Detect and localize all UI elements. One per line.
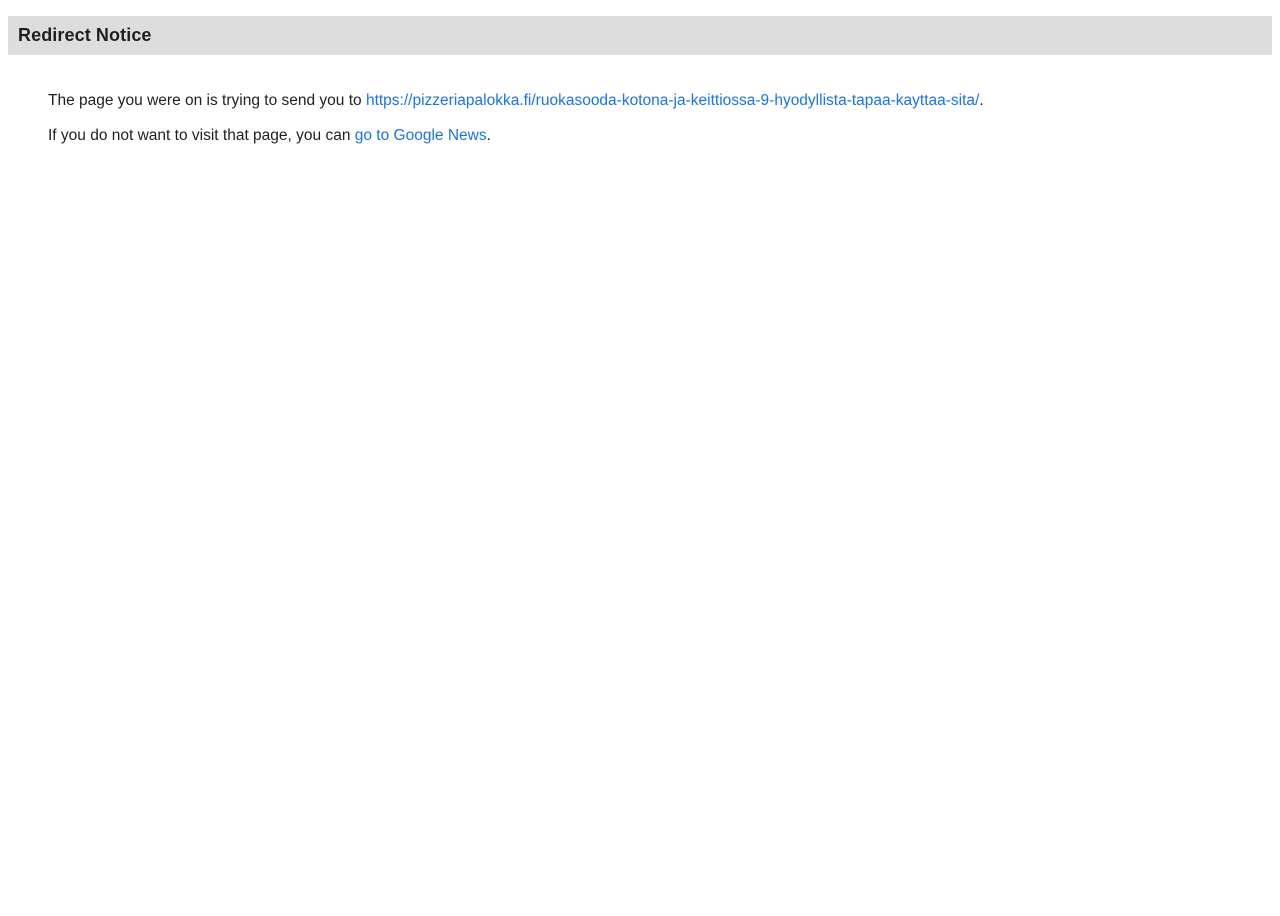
go-to-google-news-link[interactable]: go to Google News: [355, 127, 487, 144]
title-bar: Redirect Notice: [8, 16, 1272, 55]
redirect-message: The page you were on is trying to send y…: [0, 55, 1280, 146]
redirect-line: The page you were on is trying to send y…: [48, 91, 1232, 111]
back-line-prefix: If you do not want to visit that page, y…: [48, 127, 355, 144]
redirect-line-prefix: The page you were on is trying to send y…: [48, 92, 366, 109]
redirect-line-suffix: .: [979, 92, 984, 109]
redirect-page: Redirect Notice The page you were on is …: [0, 0, 1280, 916]
page-title: Redirect Notice: [18, 25, 152, 45]
redirect-url-link[interactable]: https://pizzeriapalokka.fi/ruokasooda-ko…: [366, 92, 979, 109]
back-line-suffix: .: [486, 127, 491, 144]
back-line: If you do not want to visit that page, y…: [48, 126, 1232, 146]
